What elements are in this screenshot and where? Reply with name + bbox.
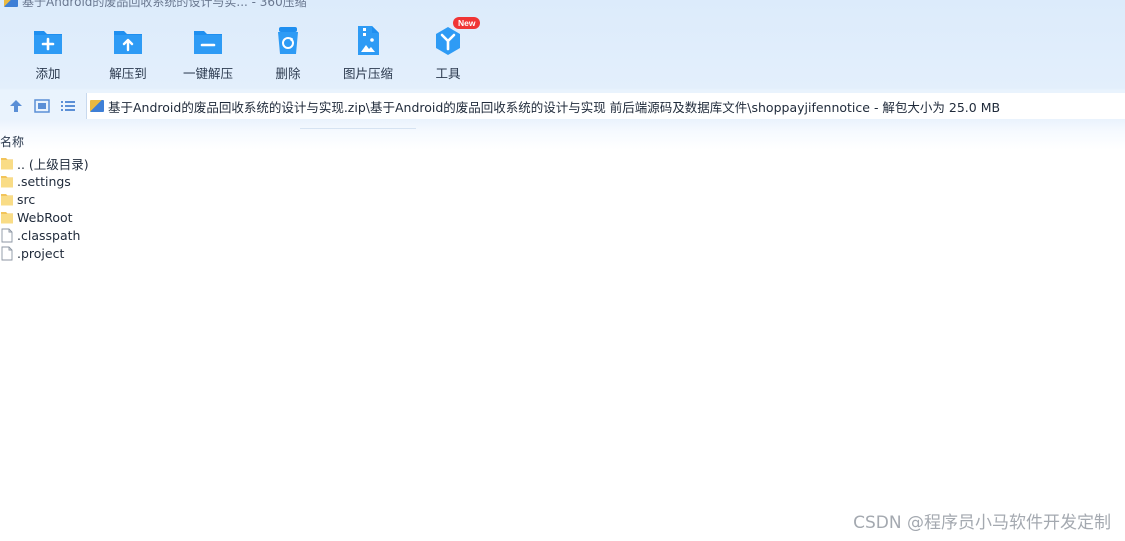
extract-to-label: 解压到 xyxy=(109,66,147,81)
address-path: 基于Android的废品回收系统的设计与实现.zip\基于Android的废品回… xyxy=(108,99,1001,115)
file-name: .. (上级目录) xyxy=(17,156,89,172)
folder-icon xyxy=(0,210,14,225)
column-header-name[interactable]: 名称 xyxy=(0,133,24,150)
folder-icon xyxy=(0,156,14,171)
folder-icon xyxy=(0,174,14,189)
list-view-icon[interactable] xyxy=(59,97,77,115)
recycle-bin-icon xyxy=(278,27,298,54)
file-name: WebRoot xyxy=(17,209,73,225)
file-name: src xyxy=(17,191,36,207)
add-folder-icon xyxy=(34,31,62,54)
up-arrow-icon[interactable] xyxy=(7,97,25,115)
tools-label: 工具 xyxy=(435,66,461,81)
file-name: .classpath xyxy=(17,227,81,243)
app-icon xyxy=(4,0,18,7)
file-row[interactable]: .classpath xyxy=(0,226,89,244)
delete-label: 删除 xyxy=(275,66,301,81)
delete-button[interactable]: 删除 xyxy=(253,22,323,82)
folder-row[interactable]: .settings xyxy=(0,172,89,190)
file-row[interactable]: .project xyxy=(0,244,89,262)
extract-folder-icon xyxy=(114,31,142,54)
app-window: 基于Android的废品回收系统的设计与实... - 360压缩 添加 解压到 xyxy=(0,0,1125,541)
tools-button[interactable]: New 工具 xyxy=(413,17,483,82)
watermark: CSDN @程序员小马软件开发定制 xyxy=(853,513,1111,533)
file-name: .settings xyxy=(17,173,71,189)
one-click-extract-label: 一键解压 xyxy=(182,66,233,81)
archive-icon xyxy=(90,100,104,112)
folder-icon xyxy=(0,192,14,207)
navigation-bar: 基于Android的废品回收系统的设计与实现.zip\基于Android的废品回… xyxy=(0,92,1125,120)
folder-row[interactable]: src xyxy=(0,190,89,208)
header-divider xyxy=(300,128,416,129)
folder-row[interactable]: .. (上级目录) xyxy=(0,154,89,172)
extract-to-button[interactable]: 解压到 xyxy=(93,22,163,82)
one-click-extract-icon xyxy=(194,31,222,54)
window-title: 基于Android的废品回收系统的设计与实... - 360压缩 xyxy=(22,0,307,9)
one-click-extract-button[interactable]: 一键解压 xyxy=(173,22,243,82)
add-label: 添加 xyxy=(35,66,61,81)
title-bar: 基于Android的废品回收系统的设计与实... - 360压缩 xyxy=(0,0,307,9)
thumbnail-view-icon[interactable] xyxy=(33,97,51,115)
chrome-background xyxy=(0,0,1125,150)
file-list: .. (上级目录) .settings src WebRoot .classpath .p… xyxy=(0,154,89,262)
add-button[interactable]: 添加 xyxy=(13,22,83,82)
file-name: .project xyxy=(17,245,65,261)
image-compress-button[interactable]: 图片压缩 xyxy=(333,22,403,82)
image-compress-icon xyxy=(358,26,379,55)
file-icon xyxy=(0,228,14,243)
image-compress-label: 图片压缩 xyxy=(342,66,393,81)
address-bar[interactable]: 基于Android的废品回收系统的设计与实现.zip\基于Android的废品回… xyxy=(86,93,1125,119)
folder-row[interactable]: WebRoot xyxy=(0,208,89,226)
file-icon xyxy=(0,246,14,261)
tools-icon xyxy=(436,27,460,55)
new-badge: New xyxy=(453,17,481,29)
